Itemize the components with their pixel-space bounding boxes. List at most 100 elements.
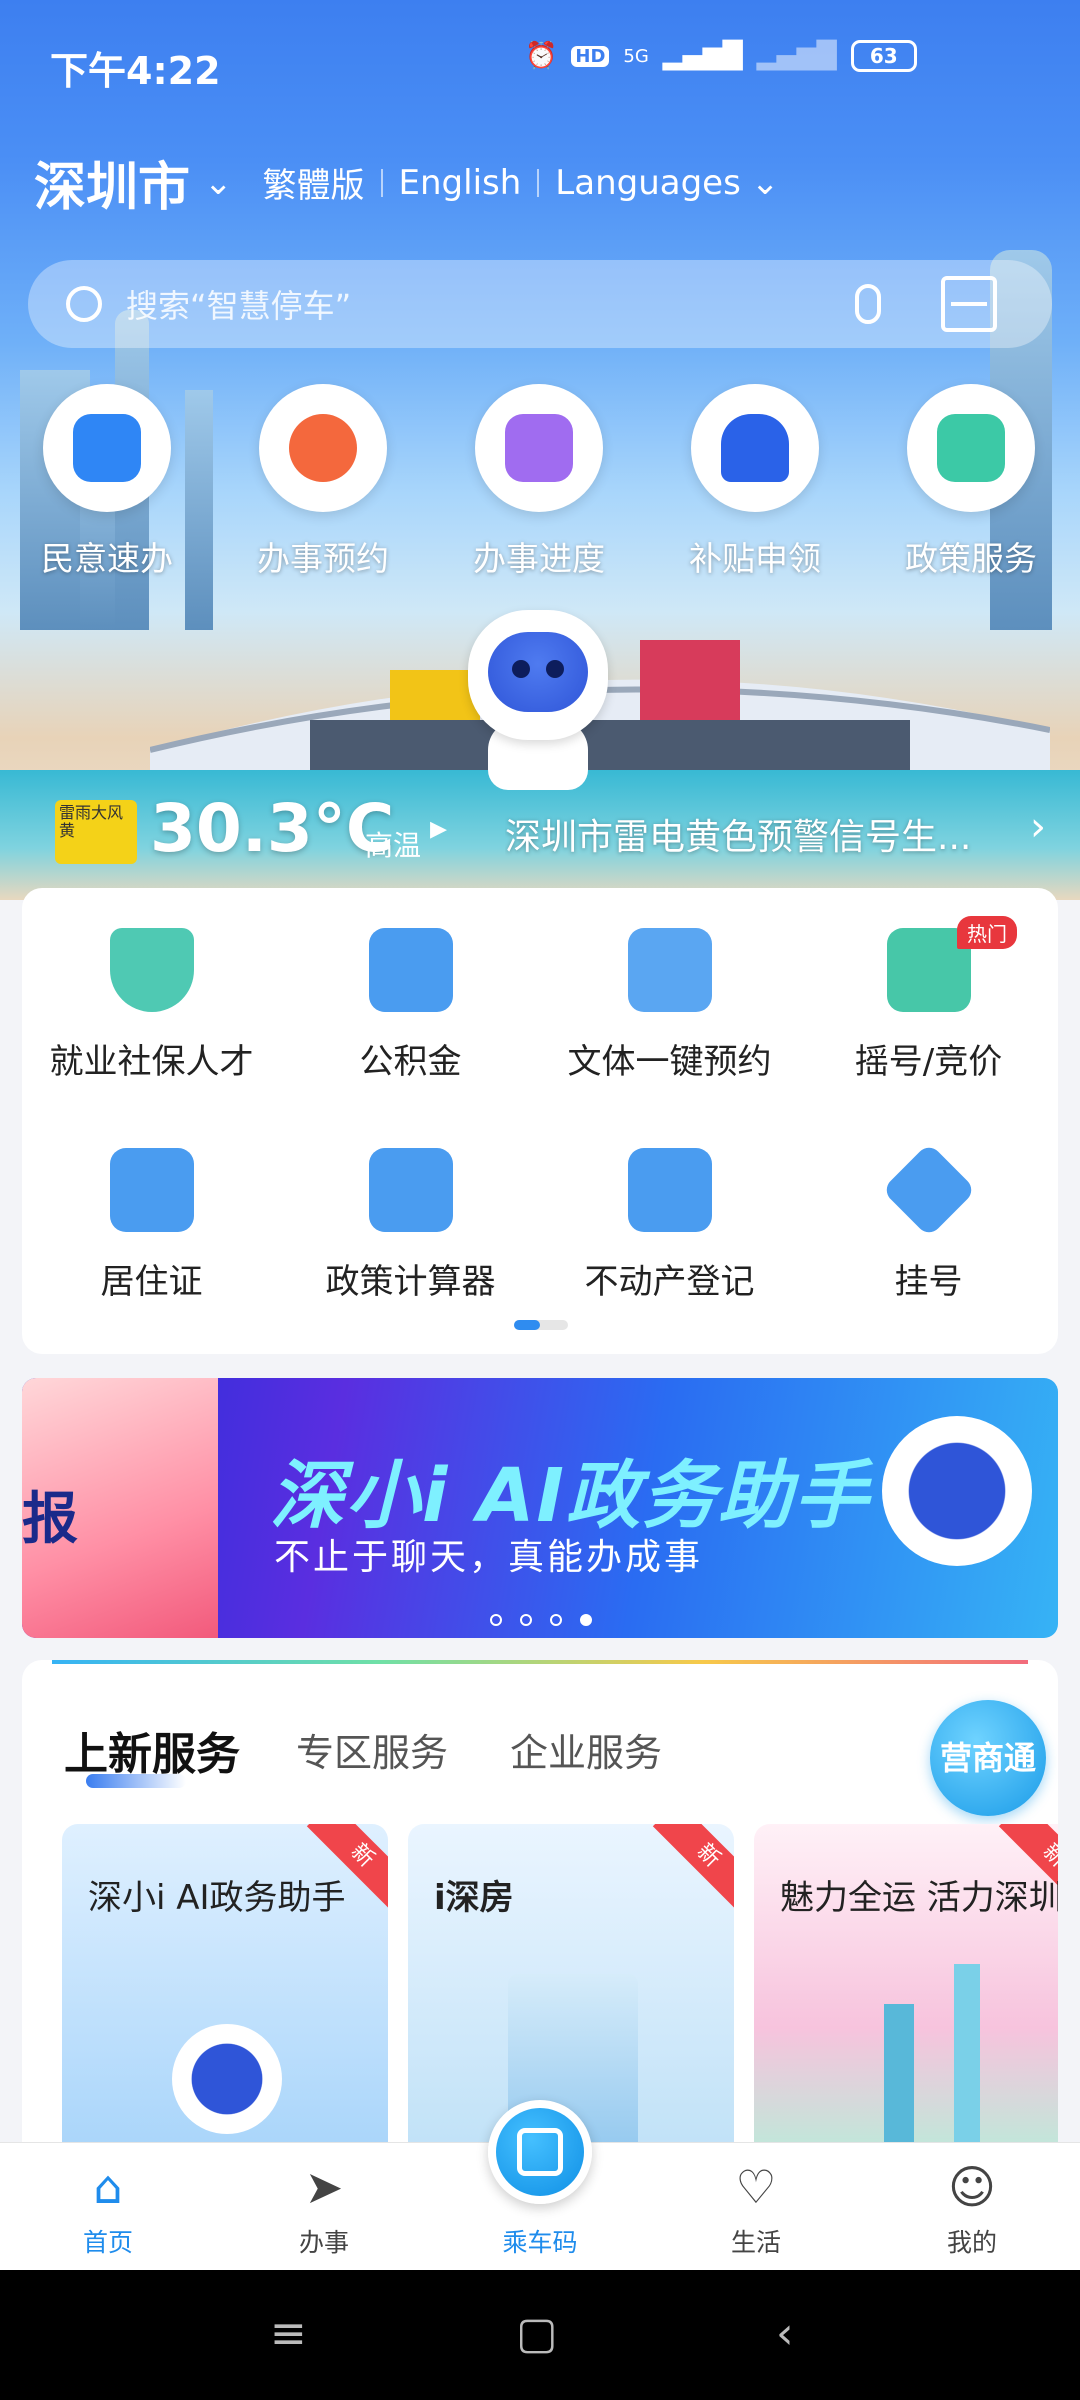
battery-icon: 63 — [850, 40, 917, 72]
nav-home[interactable]: ⌂ 首页 — [0, 2159, 216, 2259]
banner-indicator — [490, 1614, 592, 1626]
bus-code-icon — [517, 2128, 563, 2176]
quick-action-progress[interactable]: 办事进度 — [449, 384, 629, 580]
nav-label: 生活 — [730, 2228, 781, 2257]
skyline-illustration — [954, 1964, 980, 2160]
quick-action-label: 政策服务 — [905, 539, 1037, 578]
network-label: 5G — [623, 45, 649, 67]
search-input[interactable]: 搜索“智慧停车” — [126, 281, 855, 327]
lang-traditional[interactable]: 繁體版 — [263, 158, 365, 207]
service-grid: 就业社保人才 公积金 文体一键预约 摇号/竞价 热门 居住证 政策计算器 不动产… — [22, 888, 1058, 1354]
service-label: 公积金 — [359, 1042, 462, 1082]
banner-side-text: 报 — [22, 1487, 78, 1552]
nav-label: 我的 — [946, 2228, 997, 2257]
id-card-icon — [109, 1148, 194, 1232]
service-housing-fund[interactable]: 公积金 — [281, 928, 540, 1083]
status-icons: ⏰ HD 5G ▂▄▆█ ▂▄▆█ 63 — [525, 40, 917, 72]
temperature: 30.3°C — [150, 790, 395, 867]
lang-english[interactable]: English — [399, 163, 522, 203]
hd-icon: HD — [571, 45, 610, 67]
quick-action-label: 办事进度 — [473, 539, 605, 578]
quick-action-policy[interactable]: 政策服务 — [881, 384, 1061, 580]
back-icon[interactable]: ‹ — [776, 2308, 794, 2359]
divider — [537, 168, 540, 197]
menu-icon[interactable]: ≡ — [270, 2308, 307, 2359]
medical-plus-icon — [880, 1142, 977, 1238]
quick-action-appointment[interactable]: 办事预约 — [233, 384, 413, 580]
tab-zone-services[interactable]: 专区服务 — [296, 1722, 448, 1777]
policy-doc-icon — [937, 414, 1005, 482]
heart-icon: ♡ — [735, 2160, 777, 2214]
service-culture-booking[interactable]: 文体一键预约 — [540, 928, 799, 1083]
business-float-button[interactable]: 营商通 — [930, 1700, 1046, 1816]
service-residence-permit[interactable]: 居住证 — [22, 1148, 281, 1303]
user-icon: ☺ — [948, 2160, 996, 2214]
warning-level: 黄 — [59, 821, 76, 840]
card-title: i深房 — [434, 1878, 514, 1918]
service-label: 不动产登记 — [584, 1262, 755, 1302]
mascot-icon — [468, 610, 608, 740]
home-square-icon[interactable]: ▢ — [516, 2308, 558, 2359]
thunder-warning-icon: 雷雨大风 黄 — [55, 800, 137, 864]
service-registration[interactable]: 挂号 — [799, 1142, 1058, 1303]
property-house-icon — [627, 1148, 712, 1232]
scan-icon[interactable] — [941, 276, 997, 332]
quick-action-subsidy[interactable]: 补贴申领 — [665, 384, 845, 580]
service-policy-calculator[interactable]: 政策计算器 — [281, 1148, 540, 1303]
microphone-icon[interactable] — [855, 284, 881, 324]
shield-check-icon — [109, 928, 194, 1012]
lang-languages[interactable]: Languages — [555, 163, 741, 203]
divider — [380, 168, 383, 197]
tab-enterprise-services[interactable]: 企业服务 — [510, 1722, 662, 1777]
train-icon — [721, 414, 789, 482]
calculator-icon — [368, 1148, 453, 1232]
banner-title: 深小i AI政务助手 — [270, 1453, 870, 1539]
service-label: 挂号 — [894, 1262, 963, 1302]
quick-action-minyi[interactable]: 民意速办 — [17, 384, 197, 580]
new-service-card[interactable]: 新 深小i AI政务助手 — [62, 1824, 388, 2160]
new-service-card[interactable]: 新 魅力全运 活力深圳 — [754, 1824, 1058, 2160]
service-car-lottery[interactable]: 摇号/竞价 — [799, 928, 1058, 1083]
banner-subtitle: 不止于聊天，真能办成事 — [274, 1537, 704, 1578]
nav-label: 办事 — [298, 2228, 349, 2257]
signal-icon: ▂▄▆█ — [662, 41, 743, 71]
chevron-right-icon[interactable]: › — [1030, 804, 1046, 850]
ai-assistant-banner[interactable]: 报 深小i AI政务助手 不止于聊天，真能办成事 — [22, 1378, 1058, 1638]
skyline-illustration — [884, 2004, 914, 2160]
robot-mascot-icon — [882, 1416, 1032, 1566]
chevron-down-icon[interactable]: ⌄ — [204, 163, 233, 203]
search-icon — [66, 286, 102, 322]
service-property-registration[interactable]: 不动产登记 — [540, 1148, 799, 1303]
system-navigation-bar: ≡ ▢ ‹ — [0, 2270, 1080, 2400]
temperature-note: 高温 — [365, 829, 422, 862]
service-label: 文体一键预约 — [567, 1042, 772, 1082]
nav-label: 首页 — [82, 2228, 133, 2257]
bus-code-button[interactable] — [488, 2100, 592, 2204]
nav-label: 乘车码 — [502, 2228, 578, 2257]
service-label: 居住证 — [100, 1262, 203, 1302]
city-language-bar: 深圳市 ⌄ 繁體版 English Languages ⌄ — [34, 145, 779, 220]
chat-icon — [73, 414, 141, 482]
new-services-section: 上新服务 专区服务 企业服务 营商通 新 深小i AI政务助手 新 i深房 新 … — [22, 1660, 1058, 2160]
city-selector[interactable]: 深圳市 — [34, 145, 190, 220]
progress-arrow-icon — [505, 414, 573, 482]
quick-action-label: 民意速办 — [41, 539, 173, 578]
nav-mine[interactable]: ☺ 我的 — [864, 2159, 1080, 2259]
search-bar[interactable]: 搜索“智慧停车” — [28, 260, 1052, 348]
home-icon: ⌂ — [93, 2160, 123, 2214]
page-indicator — [514, 1320, 568, 1330]
chevron-right-icon[interactable]: ▸ — [430, 808, 447, 848]
nav-life[interactable]: ♡ 生活 — [648, 2159, 864, 2259]
nav-services[interactable]: ➤ 办事 — [216, 2159, 432, 2259]
weather-warning-text[interactable]: 深圳市雷电黄色预警信号生... — [505, 808, 1025, 860]
hot-badge: 热门 — [957, 916, 1017, 949]
service-label: 政策计算器 — [325, 1262, 496, 1302]
status-time: 下午4:22 — [50, 49, 221, 93]
service-label: 摇号/竞价 — [854, 1042, 1003, 1082]
tab-new-services[interactable]: 上新服务 — [64, 1718, 240, 1782]
service-employment[interactable]: 就业社保人才 — [22, 928, 281, 1083]
weather-bar[interactable]: 雷雨大风 黄 30.3°C 高温 ▸ 深圳市雷电黄色预警信号生... › — [0, 790, 1080, 880]
card-title: 深小i AI政务助手 — [88, 1878, 346, 1918]
tab-underline — [86, 1774, 186, 1788]
chevron-down-icon[interactable]: ⌄ — [751, 163, 780, 203]
